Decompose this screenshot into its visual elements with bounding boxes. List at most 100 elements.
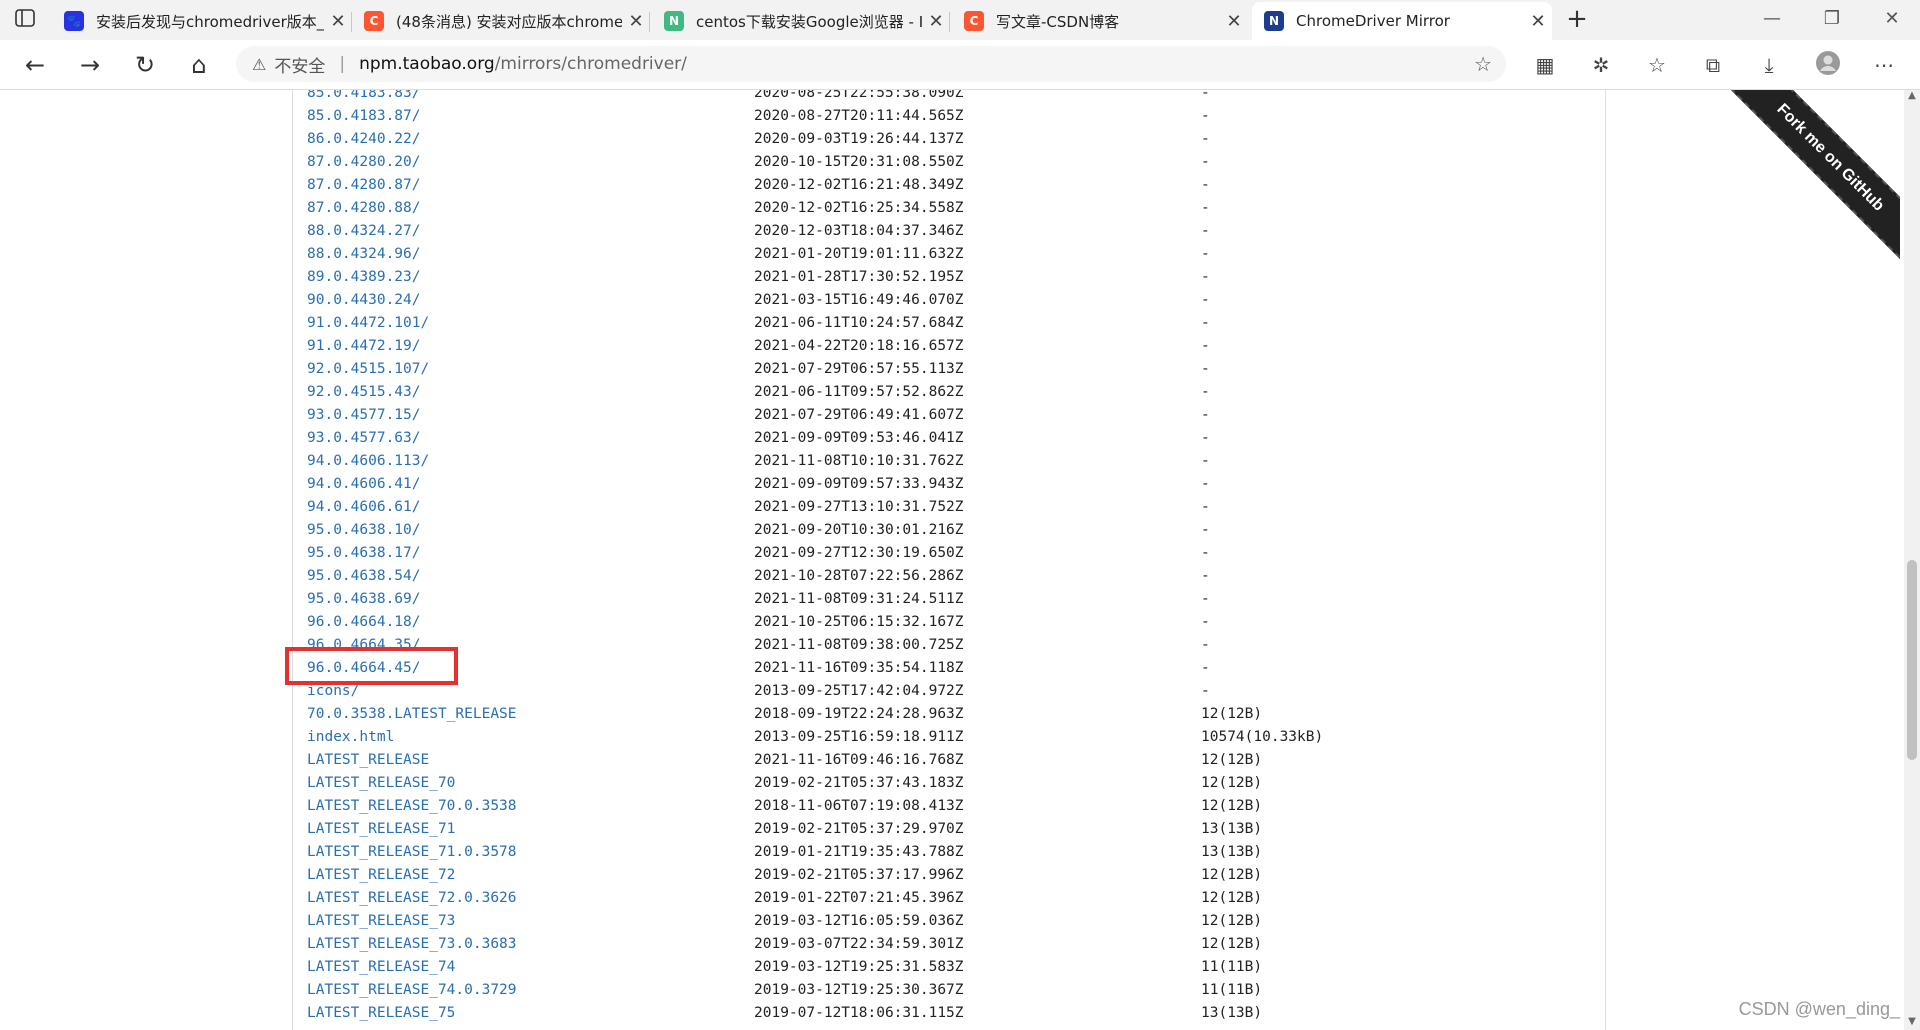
file-size: 12(12B) [1201,913,1263,929]
file-link[interactable]: 91.0.4472.101/ [307,312,429,335]
github-ribbon[interactable]: Fork me on GitHub [1720,90,1900,260]
file-size: - [1201,131,1210,147]
modified-date: 2021-04-22T20:18:16.657Z [754,338,964,354]
minimize-button[interactable]: — [1752,4,1792,34]
file-link[interactable]: LATEST_RELEASE_73 [307,910,455,933]
file-link[interactable]: LATEST_RELEASE_70 [307,772,455,795]
file-size: - [1201,430,1210,446]
file-link[interactable]: LATEST_RELEASE_72.0.3626 [307,887,517,910]
tab-close-icon[interactable]: ✕ [1524,11,1552,32]
file-link[interactable]: LATEST_RELEASE_71.0.3578 [307,841,517,864]
forward-button[interactable]: → [75,50,105,80]
n-green-icon: N [664,11,684,31]
file-link[interactable]: LATEST_RELEASE_70.0.3538 [307,795,517,818]
vertical-scrollbar[interactable]: ▲ ▼ [1904,90,1920,1030]
address-bar[interactable]: ⚠ 不安全 | npm.taobao.org /mirrors/chromedr… [236,46,1506,82]
file-link[interactable]: LATEST_RELEASE_71 [307,818,455,841]
baidu-paw-icon: 🐾 [64,11,84,31]
file-link[interactable]: 92.0.4515.107/ [307,358,429,381]
tab-1[interactable]: 🐾 安装后发现与chromedriver版本_ ✕ [52,2,352,40]
modified-date: 2021-09-27T12:30:19.650Z [754,545,964,561]
tab-close-icon[interactable]: ✕ [922,11,950,32]
tab-close-icon[interactable]: ✕ [622,11,650,32]
file-link[interactable]: 86.0.4240.22/ [307,128,421,151]
file-link[interactable]: 85.0.4183.87/ [307,105,421,128]
file-size: - [1201,154,1210,170]
extensions-icon[interactable]: ✲ [1586,50,1616,80]
file-link[interactable]: LATEST_RELEASE_74.0.3729 [307,979,517,1002]
file-link[interactable]: 90.0.4430.24/ [307,289,421,312]
file-link[interactable]: LATEST_RELEASE_75 [307,1002,455,1025]
file-link[interactable]: 95.0.4638.69/ [307,588,421,611]
file-size: - [1201,660,1210,676]
tab-actions-icon[interactable] [14,8,44,32]
tab-close-icon[interactable]: ✕ [1220,11,1248,32]
file-size: - [1201,407,1210,423]
window-close-button[interactable]: ✕ [1872,4,1912,34]
tab-5[interactable]: N ChromeDriver Mirror ✕ [1252,2,1552,40]
file-size: - [1201,545,1210,561]
tab-strip: 🐾 安装后发现与chromedriver版本_ ✕ C (48条消息) 安装对应版本ch… [0,0,1920,40]
home-button[interactable]: ⌂ [184,50,214,80]
modified-date: 2019-01-21T19:35:43.788Z [754,844,964,860]
file-link[interactable]: 88.0.4324.27/ [307,220,421,243]
navigation-bar: ← → ↻ ⌂ ⚠ 不安全 | npm.taobao.org /mirrors/… [0,40,1920,90]
immersive-reader-icon[interactable]: ▦ [1530,50,1560,80]
restore-button[interactable]: ❐ [1812,4,1852,34]
modified-date: 2021-11-08T09:31:24.511Z [754,591,964,607]
refresh-button[interactable]: ↻ [130,50,160,80]
collections-icon[interactable]: ⧉ [1698,50,1728,80]
tab-separator [649,12,650,32]
profile-avatar[interactable] [1813,50,1843,80]
file-link[interactable]: LATEST_RELEASE [307,749,429,772]
file-link[interactable]: 91.0.4472.19/ [307,335,421,358]
file-link[interactable]: 94.0.4606.113/ [307,450,429,473]
file-link[interactable]: 88.0.4324.96/ [307,243,421,266]
file-link[interactable]: 87.0.4280.20/ [307,151,421,174]
file-link[interactable]: 85.0.4183.83/ [307,90,421,105]
file-link[interactable]: 93.0.4577.15/ [307,404,421,427]
scroll-thumb[interactable] [1907,560,1917,760]
file-size: 10574(10.33kB) [1201,729,1324,745]
file-link[interactable]: 95.0.4638.10/ [307,519,421,542]
settings-more-icon[interactable]: ⋯ [1869,50,1899,80]
tab-4[interactable]: C 写文章-CSDN博客 ✕ [952,2,1248,40]
file-size: 12(12B) [1201,706,1263,722]
tab-3[interactable]: Ncentos下载安装Google浏览器 - I ✕ [652,2,950,40]
not-secure-label[interactable]: 不安全 [274,52,325,77]
github-ribbon-label[interactable]: Fork me on GitHub [1720,90,1900,260]
scroll-down-icon[interactable]: ▼ [1904,1016,1920,1030]
back-button[interactable]: ← [20,50,50,80]
file-link[interactable]: 94.0.4606.61/ [307,496,421,519]
file-link[interactable]: 87.0.4280.88/ [307,197,421,220]
file-link[interactable]: 87.0.4280.87/ [307,174,421,197]
modified-date: 2019-02-21T05:37:17.996Z [754,867,964,883]
file-link[interactable]: 96.0.4664.18/ [307,611,421,634]
url-host: npm.taobao.org [359,54,495,74]
downloads-icon[interactable]: ⤓ [1754,50,1784,80]
file-link[interactable]: 92.0.4515.43/ [307,381,421,404]
file-link[interactable]: 94.0.4606.41/ [307,473,421,496]
file-size: - [1201,591,1210,607]
file-link[interactable]: LATEST_RELEASE_74 [307,956,455,979]
file-link[interactable]: 95.0.4638.54/ [307,565,421,588]
modified-date: 2013-09-25T17:42:04.972Z [754,683,964,699]
file-link[interactable]: 95.0.4638.17/ [307,542,421,565]
file-link[interactable]: LATEST_RELEASE_73.0.3683 [307,933,517,956]
favorites-icon[interactable]: ☆ [1642,50,1672,80]
new-tab-button[interactable]: + [1562,4,1592,34]
file-link[interactable]: index.html [307,726,394,749]
modified-date: 2021-10-25T06:15:32.167Z [754,614,964,630]
modified-date: 2021-10-28T07:22:56.286Z [754,568,964,584]
file-link[interactable]: LATEST_RELEASE_72 [307,864,455,887]
scroll-up-icon[interactable]: ▲ [1904,90,1920,104]
file-link[interactable]: 89.0.4389.23/ [307,266,421,289]
tab-close-icon[interactable]: ✕ [324,11,352,32]
modified-date: 2019-02-21T05:37:29.970Z [754,821,964,837]
tab-2[interactable]: C (48条消息) 安装对应版本chrome ✕ [352,2,650,40]
file-link[interactable]: 70.0.3538.LATEST_RELEASE [307,703,517,726]
url-path: /mirrors/chromedriver/ [494,54,687,74]
file-link[interactable]: 93.0.4577.63/ [307,427,421,450]
add-favorite-icon[interactable]: ☆ [1474,52,1492,76]
file-size: - [1201,338,1210,354]
